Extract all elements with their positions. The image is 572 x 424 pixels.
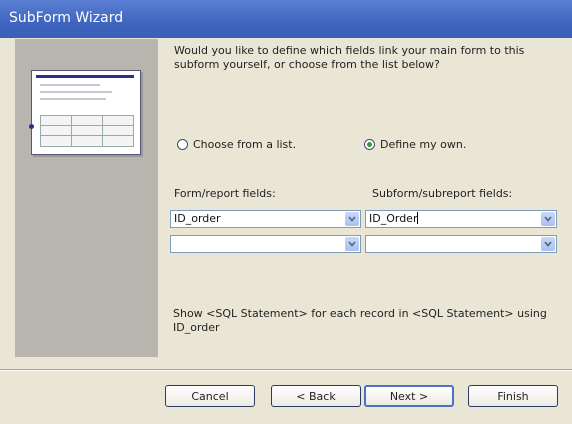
chevron-down-icon[interactable]: [345, 212, 359, 226]
form-subform-illustration: [29, 70, 141, 155]
illustration-grid-row: [41, 135, 133, 136]
subform-wizard-window: SubForm Wizard Would you like to define …: [0, 0, 572, 424]
radio-choose-from-list-label: Choose from a list.: [193, 138, 297, 151]
finish-button[interactable]: Finish: [468, 385, 558, 407]
combo-value: ID_Order: [369, 212, 418, 225]
text-caret: [417, 212, 419, 224]
illustration-line: [40, 98, 106, 100]
window-title: SubForm Wizard: [9, 10, 124, 26]
illustration-datasheet: [40, 115, 134, 147]
illustration-header-bar: [36, 75, 134, 78]
back-button[interactable]: < Back: [271, 385, 361, 407]
form-field-combo-2[interactable]: [170, 235, 361, 253]
subform-fields-label: Subform/subreport fields:: [372, 187, 513, 200]
link-description: Show <SQL Statement> for each record in …: [173, 307, 547, 334]
cancel-button[interactable]: Cancel: [165, 385, 255, 407]
radio-define-my-own[interactable]: Define my own.: [364, 138, 466, 151]
illustration-grid-col: [71, 116, 72, 146]
radio-choose-from-list[interactable]: Choose from a list.: [177, 138, 296, 151]
wizard-question: Would you like to define which fields li…: [174, 44, 525, 71]
illustration-line: [40, 91, 112, 93]
form-fields-label: Form/report fields:: [174, 187, 276, 200]
illustration-link-dot: [29, 124, 34, 129]
chevron-down-icon[interactable]: [345, 237, 359, 251]
illustration-line: [40, 84, 100, 86]
radio-define-my-own-label: Define my own.: [380, 138, 467, 151]
chevron-down-icon[interactable]: [541, 212, 555, 226]
illustration-grid-col: [102, 116, 103, 146]
radio-selected-circle-icon[interactable]: [364, 139, 375, 150]
illustration-grid-row: [41, 125, 133, 126]
radio-circle-icon[interactable]: [177, 139, 188, 150]
chevron-down-icon[interactable]: [541, 237, 555, 251]
next-button[interactable]: Next >: [364, 385, 454, 407]
subform-field-combo-1[interactable]: ID_Order: [365, 210, 557, 228]
combo-value: ID_order: [174, 212, 221, 225]
form-field-combo-1[interactable]: ID_order: [170, 210, 361, 228]
subform-field-combo-2[interactable]: [365, 235, 557, 253]
title-bar[interactable]: SubForm Wizard: [0, 0, 572, 38]
combo-value-wrap: ID_Order: [369, 212, 419, 225]
button-divider: [0, 369, 572, 371]
